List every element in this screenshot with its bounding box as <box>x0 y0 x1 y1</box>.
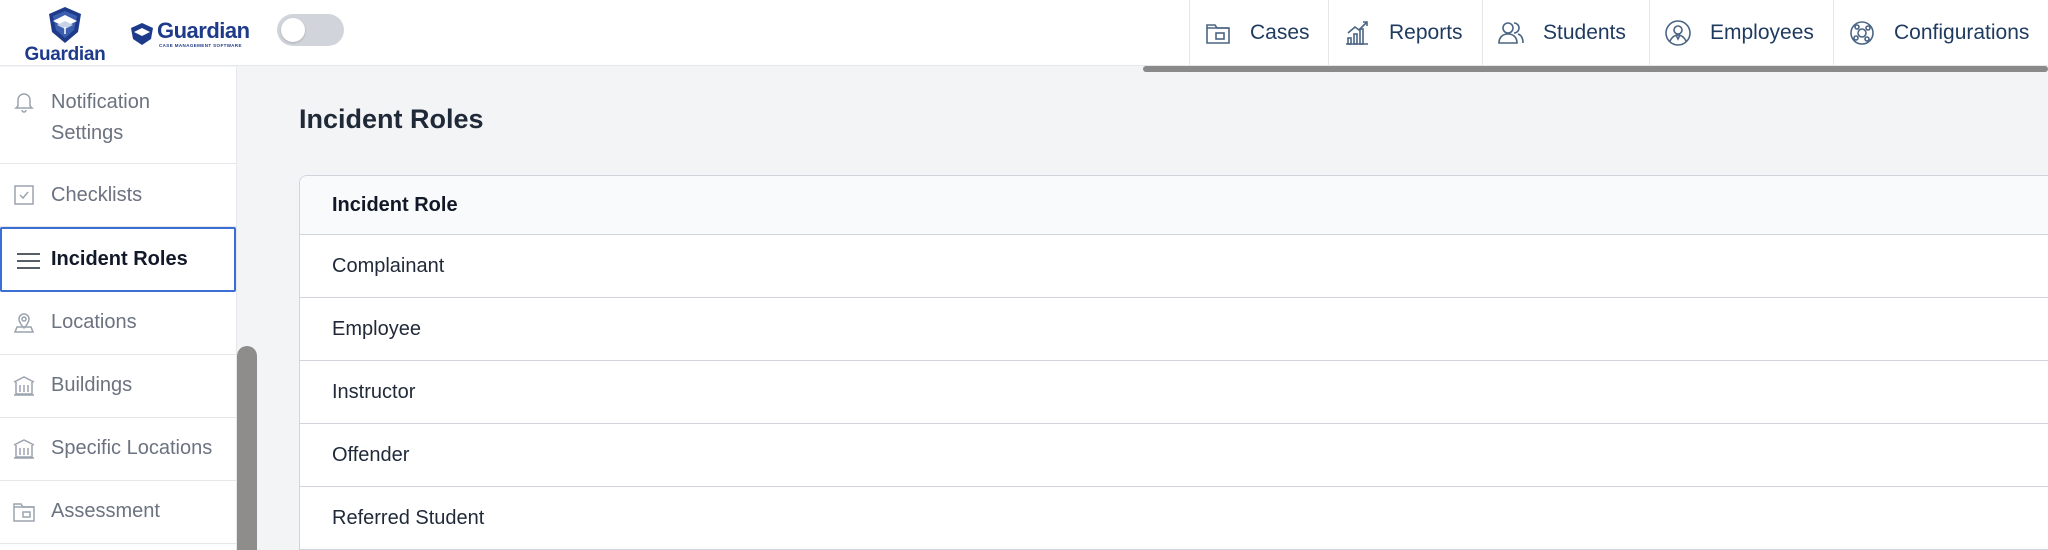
bell-icon <box>12 89 36 113</box>
toggle-knob <box>281 18 305 42</box>
nav-reports[interactable]: Reports <box>1328 0 1482 66</box>
page-title: Incident Roles <box>299 104 484 134</box>
users-icon <box>1497 19 1525 47</box>
shield-logo-icon <box>49 7 81 43</box>
nav-reports-label: Reports <box>1389 21 1463 44</box>
table-row[interactable]: Offender <box>300 424 2048 487</box>
sidebar-item-incident-roles[interactable]: Incident Roles <box>0 227 236 292</box>
sidebar-item-label: Specific Locations <box>51 437 213 459</box>
settings-icon <box>1848 19 1876 47</box>
mini-shield-icon <box>131 23 153 45</box>
guardian-secondary-logo: Guardian CASE MANAGEMENT SOFTWARE <box>130 20 250 50</box>
sidebar-item-checklists[interactable]: Checklists <box>0 164 236 227</box>
sidebar-item-specific-locations[interactable]: Specific Locations <box>0 418 236 481</box>
folder-icon <box>12 500 36 524</box>
top-header: Guardian Guardian CASE MANAGEMENT SOFTWA… <box>0 0 2048 66</box>
secondary-logo-tagline: CASE MANAGEMENT SOFTWARE <box>159 43 242 48</box>
nav-employees[interactable]: Employees <box>1649 0 1833 66</box>
sidebar-item-buildings[interactable]: Buildings <box>0 355 236 418</box>
checkbox-icon <box>12 183 36 207</box>
sidebar-item-label: Assessment <box>51 500 160 522</box>
table-row[interactable]: Instructor <box>300 361 2048 424</box>
theme-toggle[interactable] <box>277 14 344 46</box>
sidebar-item-label: Notification Settings <box>51 91 150 144</box>
bar-chart-icon <box>1343 19 1371 47</box>
building-icon <box>12 437 36 461</box>
table-header-incident-role[interactable]: Incident Role <box>300 176 2048 235</box>
table-row[interactable]: Complainant <box>300 235 2048 298</box>
sidebar-item-label: Buildings <box>51 374 133 396</box>
sidebar-item-label: Locations <box>51 311 137 333</box>
employee-icon <box>1664 19 1692 47</box>
config-sidebar: Notification Settings Checklists Inciden… <box>0 67 236 550</box>
table-row[interactable]: Employee <box>300 298 2048 361</box>
folder-icon <box>1204 19 1232 47</box>
guardian-logo[interactable]: Guardian <box>24 6 106 65</box>
sidebar-item-label: Checklists <box>51 184 143 206</box>
nav-students-label: Students <box>1543 21 1626 44</box>
nav-students[interactable]: Students <box>1482 0 1649 66</box>
nav-configurations-label: Configurations <box>1894 21 2030 44</box>
building-icon <box>12 374 36 398</box>
table-row[interactable]: Referred Student <box>300 487 2048 550</box>
nav-cases[interactable]: Cases <box>1189 0 1328 66</box>
nav-employees-label: Employees <box>1710 21 1814 44</box>
sidebar-scrollbar-thumb[interactable] <box>237 346 257 550</box>
nav-configurations[interactable]: Configurations <box>1833 0 2048 66</box>
incident-roles-table: Incident Role Complainant Employee Instr… <box>299 175 2048 550</box>
sidebar-item-label: Incident Roles <box>51 248 188 270</box>
nav-cases-label: Cases <box>1250 21 1310 44</box>
map-pin-icon <box>12 311 36 335</box>
top-nav: Cases Reports Students Employees Configu… <box>1189 0 2048 66</box>
sidebar-item-notification-settings[interactable]: Notification Settings <box>0 67 236 164</box>
horizontal-scrollbar[interactable] <box>1143 66 2048 72</box>
sidebar-item-assessment[interactable]: Assessment <box>0 481 236 544</box>
logo-wordmark: Guardian <box>24 44 106 65</box>
secondary-logo-name: Guardian <box>157 18 250 43</box>
menu-icon <box>16 248 43 272</box>
sidebar-item-locations[interactable]: Locations <box>0 292 236 355</box>
